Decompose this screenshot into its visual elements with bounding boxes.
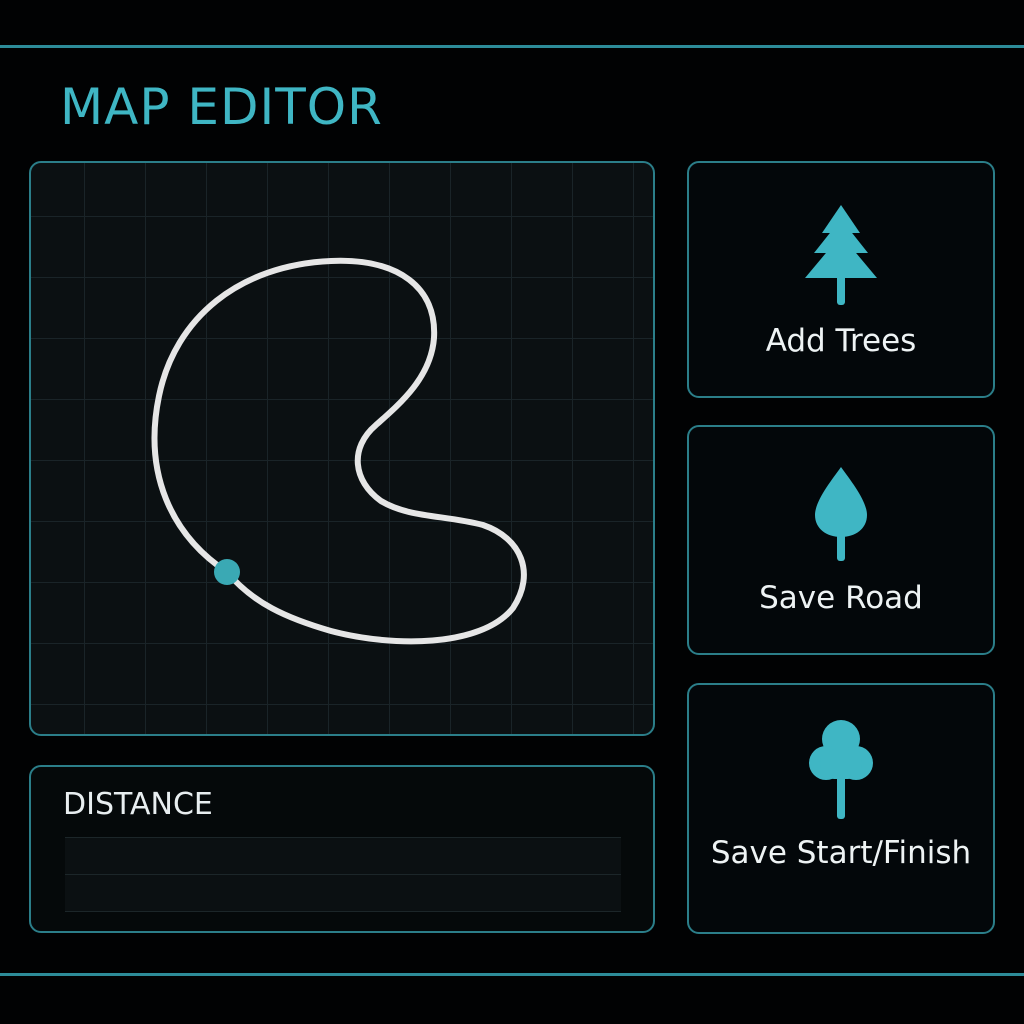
- add-trees-label: Add Trees: [765, 323, 917, 359]
- top-divider: [0, 45, 1024, 48]
- map-canvas[interactable]: [29, 161, 655, 736]
- map-editor-screen: MAP EDITOR DISTANCE Add Trees Save Road …: [0, 0, 1024, 1024]
- bottom-divider: [0, 973, 1024, 976]
- round-tree-icon: [808, 719, 874, 825]
- distance-value-row: [65, 837, 621, 874]
- start-finish-dot[interactable]: [214, 559, 240, 585]
- distance-panel: DISTANCE: [29, 765, 655, 933]
- save-start-finish-button[interactable]: Save Start/Finish: [687, 683, 995, 934]
- road-layer: [151, 257, 527, 645]
- distance-value-row: [65, 874, 621, 912]
- page-title: MAP EDITOR: [60, 78, 383, 136]
- road-track[interactable]: [151, 257, 527, 645]
- pine-tree-icon: [805, 205, 877, 311]
- save-road-label: Save Road: [759, 580, 923, 616]
- distance-label: DISTANCE: [63, 787, 213, 822]
- leaf-tree-icon: [813, 467, 869, 567]
- add-trees-button[interactable]: Add Trees: [687, 161, 995, 398]
- save-start-finish-label: Save Start/Finish: [710, 835, 972, 871]
- save-road-button[interactable]: Save Road: [687, 425, 995, 655]
